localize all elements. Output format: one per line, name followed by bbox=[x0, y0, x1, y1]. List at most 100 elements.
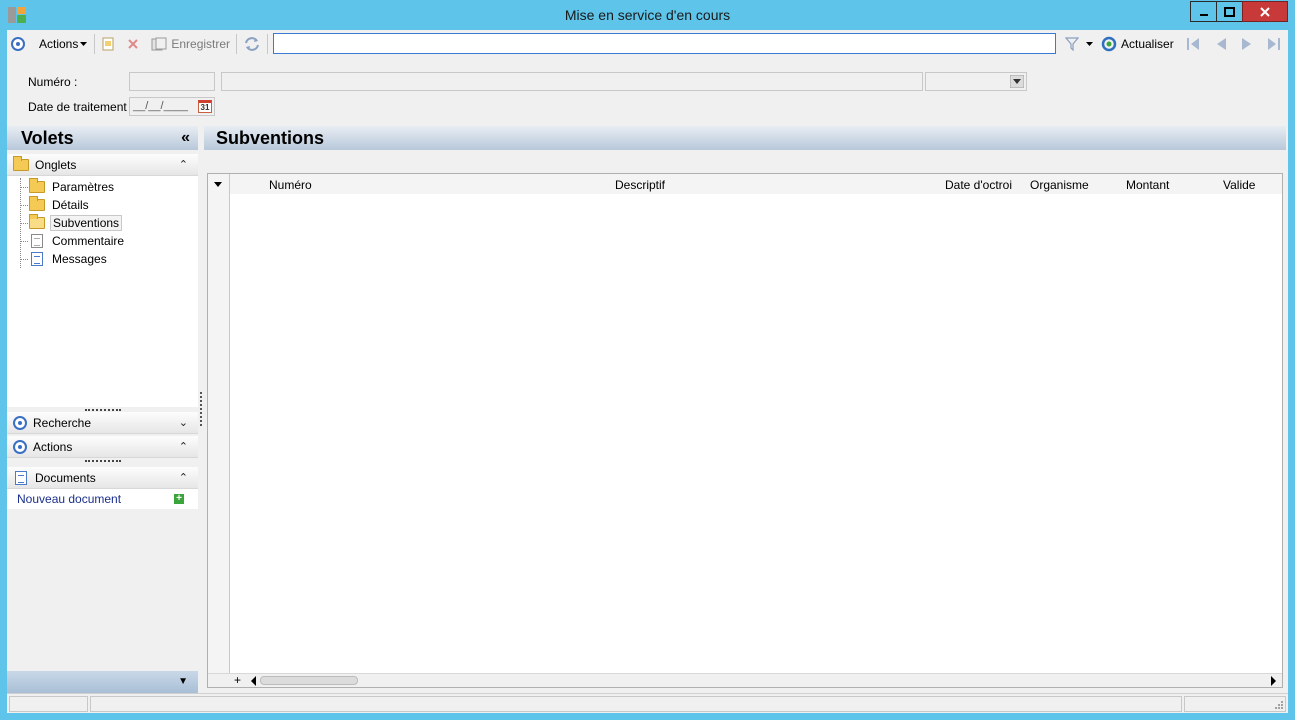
folder-icon bbox=[29, 178, 45, 193]
date-field[interactable]: __/__/____ 31 bbox=[129, 97, 215, 116]
volets-footer[interactable]: ▼ bbox=[7, 671, 198, 693]
column-chooser-icon[interactable] bbox=[214, 181, 224, 189]
scroll-right-icon[interactable] bbox=[1269, 676, 1277, 686]
status-bar bbox=[7, 693, 1288, 713]
tree-item-label: Détails bbox=[52, 198, 89, 212]
tree-item-label: Subventions bbox=[50, 215, 123, 231]
status-panel-right bbox=[1184, 696, 1286, 712]
search-input[interactable] bbox=[273, 33, 1056, 54]
new-button[interactable] bbox=[98, 33, 118, 55]
column-header-descriptif[interactable]: Descriptif bbox=[615, 178, 665, 192]
numero-label: Numéro : bbox=[28, 75, 78, 89]
documents-icon bbox=[15, 470, 27, 485]
tree-item-label: Messages bbox=[52, 252, 107, 266]
filter-button[interactable] bbox=[1062, 33, 1082, 55]
toolbar-separator bbox=[236, 34, 238, 54]
toolbar-separator bbox=[267, 34, 269, 54]
close-button[interactable] bbox=[1242, 1, 1288, 22]
first-record-button[interactable] bbox=[1183, 33, 1205, 55]
toolbar-separator bbox=[94, 34, 96, 54]
status-select[interactable] bbox=[925, 72, 1027, 91]
chevron-up-icon: ⌃ bbox=[178, 472, 188, 484]
tree-item-label: Commentaire bbox=[52, 234, 125, 248]
tree-item-parametres[interactable]: Paramètres bbox=[7, 178, 198, 196]
actions-section-header[interactable]: Actions ⌃ bbox=[7, 436, 198, 458]
refresh-button[interactable]: Actualiser bbox=[1098, 33, 1177, 55]
column-header-date-octroi[interactable]: Date d'octroi bbox=[945, 178, 1012, 192]
actions-ring-icon bbox=[11, 37, 25, 51]
actions-ring-icon bbox=[13, 439, 27, 454]
tree-item-messages[interactable]: Messages bbox=[7, 250, 198, 268]
previous-page-icon bbox=[1216, 38, 1226, 50]
onglets-label: Onglets bbox=[35, 157, 77, 172]
close-icon bbox=[1260, 6, 1270, 17]
recherche-section-header[interactable]: Recherche ⌄ bbox=[7, 412, 198, 434]
resize-grip-icon[interactable] bbox=[1274, 700, 1284, 710]
chevron-up-icon: ⌃ bbox=[178, 159, 188, 171]
last-record-button[interactable] bbox=[1263, 33, 1285, 55]
window-title: Mise en service d'en cours bbox=[564, 7, 731, 23]
previous-record-button[interactable] bbox=[1211, 33, 1231, 55]
title-bar[interactable]: Mise en service d'en cours bbox=[0, 0, 1295, 30]
chevron-down-icon bbox=[1086, 42, 1093, 46]
documents-section-header[interactable]: Documents ⌃ bbox=[7, 467, 198, 489]
status-panel-main bbox=[90, 696, 1182, 712]
calendar-icon[interactable]: 31 bbox=[198, 100, 212, 113]
tree-item-details[interactable]: Détails bbox=[7, 196, 198, 214]
actions-menu-button[interactable]: Actions bbox=[7, 33, 91, 55]
document-icon bbox=[31, 234, 43, 248]
minimize-button[interactable] bbox=[1190, 1, 1217, 22]
onglets-section-header[interactable]: Onglets ⌃ bbox=[7, 154, 198, 176]
minimize-icon bbox=[1199, 13, 1208, 16]
horizontal-scrollbar[interactable]: + bbox=[208, 673, 1282, 687]
status-panel-left bbox=[9, 696, 88, 712]
scroll-left-icon[interactable] bbox=[250, 676, 258, 686]
column-header-organisme[interactable]: Organisme bbox=[1030, 178, 1089, 192]
column-header-valide[interactable]: Valide bbox=[1223, 178, 1255, 192]
chevron-down-icon bbox=[1010, 75, 1024, 88]
subventions-grid[interactable]: Numéro Descriptif Date d'octroi Organism… bbox=[207, 173, 1283, 688]
volets-panel: Volets « Onglets ⌃ Paramètres Détails Su… bbox=[7, 126, 198, 693]
recherche-label: Recherche bbox=[33, 415, 92, 430]
new-document-icon bbox=[102, 37, 114, 51]
client-area: Actions Enregistrer Actualiser Numéro: … bbox=[7, 30, 1288, 713]
collapse-panel-icon[interactable]: « bbox=[181, 129, 190, 147]
chevron-down-icon: ▼ bbox=[178, 676, 188, 687]
delete-button[interactable] bbox=[124, 33, 142, 55]
save-label: Enregistrer bbox=[171, 37, 231, 51]
scroll-thumb[interactable] bbox=[260, 676, 358, 685]
actions-section-label: Actions bbox=[33, 439, 73, 454]
tree-item-label: Paramètres bbox=[52, 180, 115, 194]
recherche-ring-icon bbox=[13, 415, 27, 430]
page-title: Subventions bbox=[216, 127, 325, 148]
refresh-icon bbox=[1101, 36, 1117, 52]
sync-button[interactable] bbox=[240, 33, 264, 55]
calendar-day: 31 bbox=[200, 103, 210, 112]
tree-item-subventions[interactable]: Subventions bbox=[7, 214, 198, 232]
maximize-button[interactable] bbox=[1216, 1, 1243, 22]
record-header: Numéro : Date de traitement : __/__/____… bbox=[7, 66, 1288, 122]
volets-header: Volets « bbox=[7, 126, 198, 150]
add-icon[interactable]: + bbox=[174, 494, 184, 504]
document-blue-icon bbox=[31, 252, 43, 266]
numero-field[interactable] bbox=[129, 72, 215, 91]
panel-splitter[interactable] bbox=[200, 392, 202, 426]
add-row-icon[interactable]: + bbox=[234, 674, 241, 686]
next-record-button[interactable] bbox=[1237, 33, 1257, 55]
tree-item-commentaire[interactable]: Commentaire bbox=[7, 232, 198, 250]
date-value: __/__/____ bbox=[133, 100, 189, 112]
delete-icon bbox=[128, 39, 139, 49]
column-header-numero[interactable]: Numéro bbox=[269, 178, 312, 192]
save-icon bbox=[151, 37, 167, 51]
filter-dropdown-button[interactable] bbox=[1082, 33, 1098, 55]
chevron-down-icon: ⌄ bbox=[178, 417, 188, 429]
grid-column-headers: Numéro Descriptif Date d'octroi Organism… bbox=[230, 174, 1282, 194]
column-header-montant[interactable]: Montant bbox=[1126, 178, 1169, 192]
new-document-link[interactable]: Nouveau document + bbox=[7, 489, 198, 509]
save-button[interactable]: Enregistrer bbox=[148, 33, 233, 55]
refresh-label: Actualiser bbox=[1121, 37, 1174, 51]
description-field[interactable] bbox=[221, 72, 923, 91]
onglets-tree: Paramètres Détails Subventions Commentai… bbox=[7, 176, 198, 407]
folder-icon bbox=[29, 196, 45, 211]
folder-icon bbox=[13, 155, 29, 171]
